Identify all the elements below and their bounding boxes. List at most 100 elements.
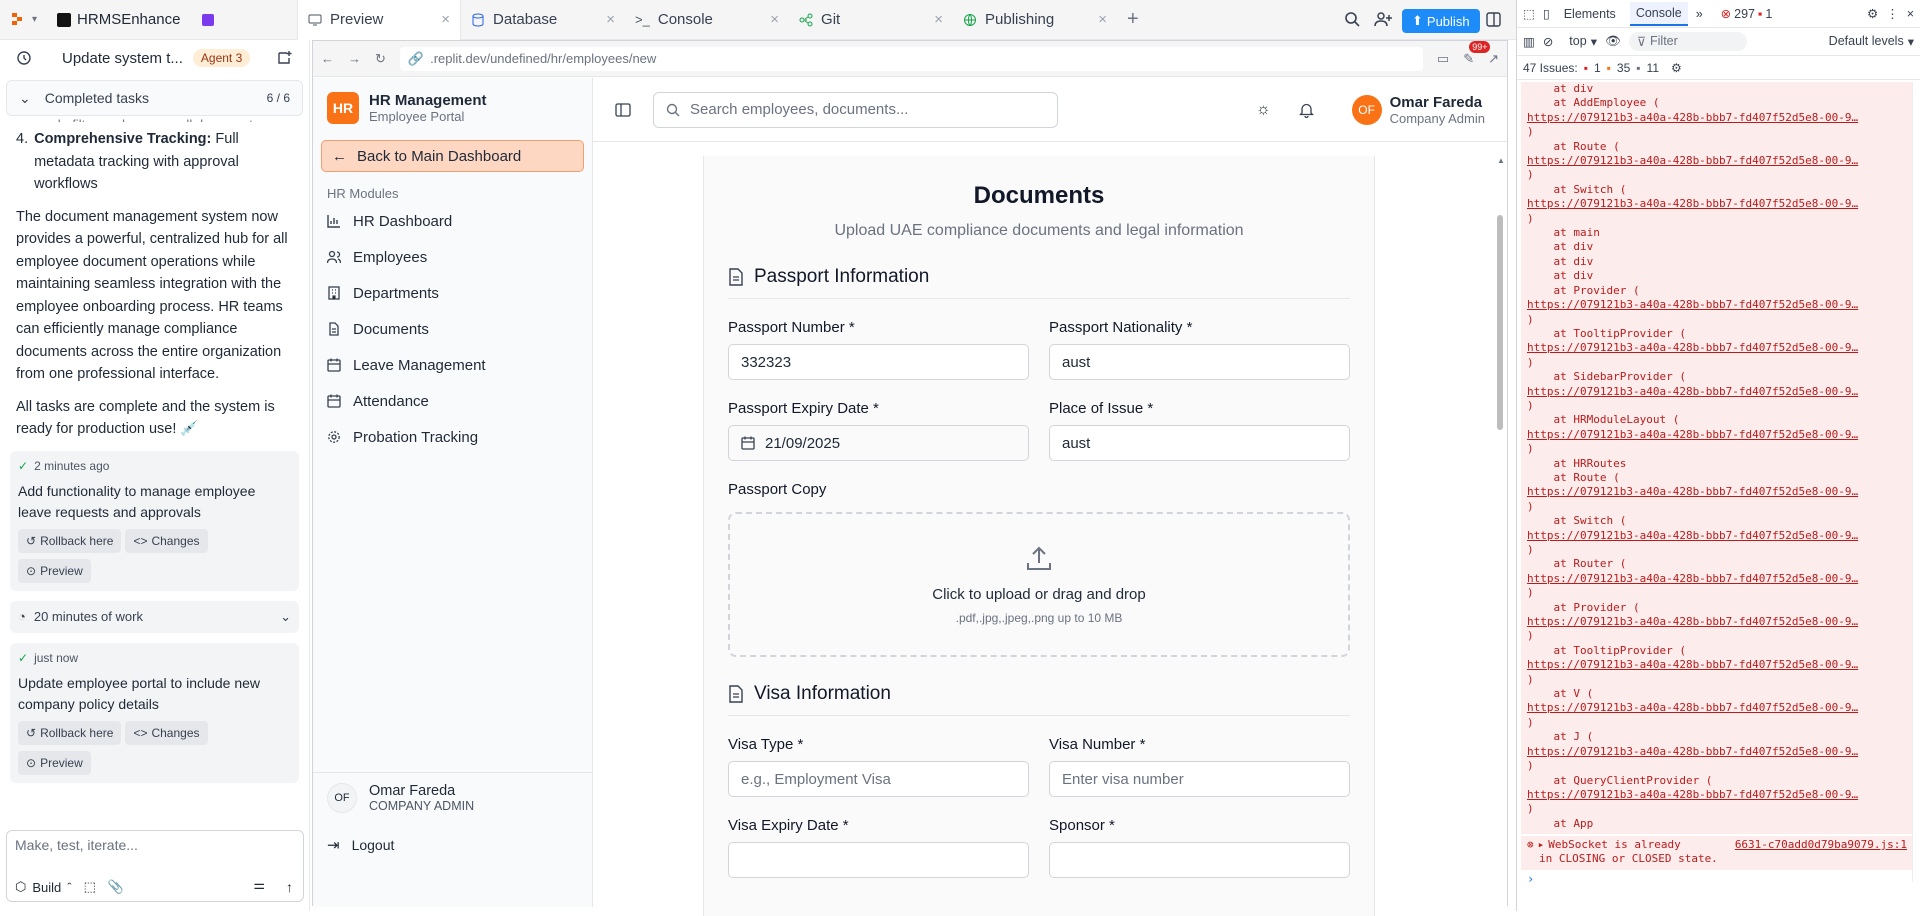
build-mode-button[interactable]: ⬡ Build ˆ — [15, 879, 72, 895]
more-tabs-icon[interactable]: » — [1696, 7, 1703, 21]
nav-employees[interactable]: Employees — [313, 239, 592, 275]
scroll-up-icon[interactable]: ▲ — [1497, 156, 1505, 165]
tab-git[interactable]: Git × — [789, 0, 953, 40]
theme-toggle-icon[interactable]: ☼ — [1256, 101, 1271, 119]
visa-number-field[interactable]: Enter visa number — [1049, 761, 1350, 797]
tab-console[interactable]: >_ Console × — [625, 0, 789, 40]
clear-console-icon[interactable]: ⊘ — [1543, 34, 1553, 49]
rollback-button[interactable]: ↺ Rollback here — [18, 720, 122, 745]
search-icon[interactable] — [1344, 11, 1360, 27]
nav-documents[interactable]: Documents — [313, 311, 592, 347]
close-icon[interactable]: × — [1907, 7, 1914, 21]
gear-icon[interactable]: ⚙ — [1867, 6, 1878, 21]
devtools-icon[interactable]: ✎ 99+ — [1463, 40, 1491, 67]
passport-upload-dropzone[interactable]: Click to upload or drag and drop .pdf,.j… — [728, 512, 1350, 657]
nav-hr-dashboard[interactable]: HR Dashboard — [313, 203, 592, 239]
nav-attendance[interactable]: Attendance — [313, 383, 592, 419]
stack-link[interactable]: https://079121b3-a40a-428b-bbb7-fd407f52… — [1527, 658, 1913, 672]
stack-link[interactable]: https://079121b3-a40a-428b-bbb7-fd407f52… — [1527, 485, 1913, 499]
sponsor-field[interactable] — [1049, 842, 1350, 878]
passport-number-field[interactable]: 332323 — [728, 344, 1029, 380]
replit-menu[interactable]: ▾ — [0, 0, 47, 40]
bell-icon[interactable] — [1298, 102, 1314, 118]
logout-button[interactable]: ⇥ Logout — [313, 827, 592, 863]
inspect-icon[interactable]: ⬚ — [1523, 6, 1535, 21]
work-duration[interactable]: ◔ 20 minutes of work ⌄ — [10, 600, 299, 633]
sidebar-icon[interactable]: ▥ — [1523, 34, 1535, 49]
gear-icon[interactable]: ⚙ — [1671, 61, 1682, 75]
stack-link[interactable]: https://079121b3-a40a-428b-bbb7-fd407f52… — [1527, 197, 1913, 211]
new-chat-icon[interactable] — [277, 50, 293, 66]
send-icon[interactable]: ↑ — [286, 879, 293, 895]
stack-link[interactable]: https://079121b3-a40a-428b-bbb7-fd407f52… — [1527, 154, 1913, 168]
close-icon[interactable]: × — [934, 11, 943, 28]
tab-publishing[interactable]: Publishing × — [953, 0, 1117, 40]
console-prompt[interactable]: › — [1521, 872, 1534, 886]
visa-expiry-date-picker[interactable] — [728, 842, 1029, 878]
close-icon[interactable]: × — [1098, 11, 1107, 28]
stack-link[interactable]: https://079121b3-a40a-428b-bbb7-fd407f52… — [1527, 615, 1913, 629]
sidebar-toggle-icon[interactable] — [615, 102, 631, 118]
split-view-icon[interactable] — [1486, 12, 1501, 27]
back-to-dashboard-button[interactable]: ← Back to Main Dashboard — [321, 140, 584, 172]
stack-link[interactable]: https://079121b3-a40a-428b-bbb7-fd407f52… — [1527, 341, 1913, 355]
rollback-button[interactable]: ↺ Rollback here — [18, 528, 122, 553]
stack-link[interactable]: https://079121b3-a40a-428b-bbb7-fd407f52… — [1527, 111, 1913, 125]
user-profile[interactable]: OF Omar Fareda COMPANY ADMIN — [313, 773, 592, 823]
stack-link[interactable]: https://079121b3-a40a-428b-bbb7-fd407f52… — [1527, 572, 1913, 586]
stack-link[interactable]: https://079121b3-a40a-428b-bbb7-fd407f52… — [1527, 428, 1913, 442]
close-icon[interactable]: × — [441, 11, 450, 28]
close-icon[interactable]: × — [606, 11, 615, 28]
external-link-icon[interactable]: ↗ — [1488, 51, 1499, 67]
nav-departments[interactable]: Departments — [313, 275, 592, 311]
visa-type-field[interactable]: e.g., Employment Visa — [728, 761, 1029, 797]
tab-console-devtools[interactable]: Console — [1629, 1, 1688, 26]
stack-link[interactable]: https://079121b3-a40a-428b-bbb7-fd407f52… — [1527, 701, 1913, 715]
agent-input[interactable]: Make, test, iterate... — [7, 831, 303, 859]
select-icon[interactable]: ⬚ — [84, 879, 96, 895]
device-toggle-icon[interactable]: ▯ — [1543, 6, 1550, 21]
changes-button[interactable]: <> Changes — [125, 720, 208, 745]
nav-probation-tracking[interactable]: Probation Tracking — [313, 419, 592, 455]
more-menu-icon[interactable]: ⋮ — [1886, 6, 1899, 21]
source-link[interactable]: 6631-c70add0d79ba9079.js:1 — [1735, 838, 1907, 852]
refresh-icon[interactable]: ↻ — [375, 51, 386, 67]
tab-preview[interactable]: Preview × — [297, 0, 462, 40]
devtools-scrollbar[interactable] — [1912, 82, 1918, 882]
nav-leave-management[interactable]: Leave Management — [313, 347, 592, 383]
context-select[interactable]: top ▾ — [1569, 34, 1597, 49]
preview-button[interactable]: ⊙ Preview — [18, 750, 91, 775]
header-user[interactable]: OF Omar Fareda Company Admin — [1351, 94, 1485, 126]
issues-bar[interactable]: 47 Issues: ▪ 1 ▪ 35 ▪ 11 ⚙ — [1517, 56, 1920, 80]
close-icon[interactable]: × — [770, 11, 779, 28]
scrollbar[interactable]: ▲ — [1497, 156, 1505, 906]
attach-icon[interactable]: 📎 — [108, 879, 124, 895]
expand-icon[interactable]: ▸ — [1538, 838, 1545, 852]
place-of-issue-field[interactable]: aust — [1049, 425, 1350, 461]
url-field[interactable]: 🔗 .replit.dev/undefined/hr/employees/new — [399, 46, 1423, 71]
stack-link[interactable]: https://079121b3-a40a-428b-bbb7-fd407f52… — [1527, 745, 1913, 759]
devices-icon[interactable]: ▭ — [1437, 51, 1449, 67]
search-input[interactable]: Search employees, documents... — [653, 91, 1058, 128]
changes-button[interactable]: <> Changes — [125, 528, 208, 553]
error-counter[interactable]: ⊗ 297 ▪ 1 — [1721, 6, 1773, 22]
stack-link[interactable]: https://079121b3-a40a-428b-bbb7-fd407f52… — [1527, 529, 1913, 543]
tab-database[interactable]: Database × — [461, 0, 625, 40]
invite-user-icon[interactable] — [1374, 11, 1392, 27]
completed-tasks-toggle[interactable]: ⌄ Completed tasks 6 / 6 — [6, 80, 303, 116]
passport-expiry-date-picker[interactable]: 21/09/2025 — [728, 425, 1029, 461]
stack-link[interactable]: https://079121b3-a40a-428b-bbb7-fd407f52… — [1527, 298, 1913, 312]
back-icon[interactable]: ← — [321, 51, 334, 66]
filter-input[interactable]: ⊽ Filter — [1628, 32, 1747, 51]
history-icon[interactable] — [16, 50, 32, 66]
add-tab-icon[interactable]: + — [1127, 8, 1139, 31]
preview-button[interactable]: ⊙ Preview — [18, 558, 91, 583]
passport-nationality-field[interactable]: aust — [1049, 344, 1350, 380]
tab-elements[interactable]: Elements — [1558, 3, 1622, 25]
log-levels-select[interactable]: Default levels ▾ — [1829, 34, 1914, 49]
scrollbar-thumb[interactable] — [1497, 215, 1503, 430]
publish-button[interactable]: ⬆ Publish — [1402, 9, 1480, 33]
settings-sliders-icon[interactable]: ⚌ — [253, 877, 265, 893]
forward-icon[interactable]: → — [348, 51, 361, 66]
stack-link[interactable]: https://079121b3-a40a-428b-bbb7-fd407f52… — [1527, 385, 1913, 399]
